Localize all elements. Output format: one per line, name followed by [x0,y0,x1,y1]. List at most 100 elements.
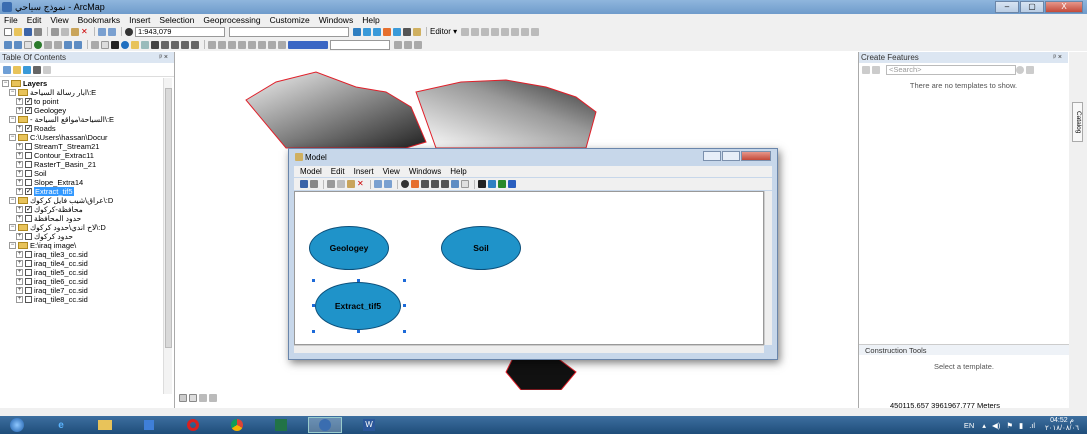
find-route-icon[interactable] [171,40,179,49]
layer-combo[interactable] [229,26,349,37]
topology-icon[interactable] [278,40,286,49]
opera-icon[interactable] [176,417,210,433]
selection-handle[interactable] [312,279,315,282]
toc-scrollbar[interactable] [163,78,172,394]
list-by-selection-icon[interactable] [33,65,41,74]
toc-layer[interactable]: + iraq_tile8_cc.sid [2,295,174,304]
media-player-icon[interactable] [132,417,166,433]
visibility-checkbox[interactable] [25,143,32,150]
toc-layer[interactable]: + ✓ محافظة-كركوك [2,205,174,214]
expand-icon[interactable]: + [16,170,23,177]
start-button[interactable] [0,417,34,433]
model-menu-windows[interactable]: Windows [409,167,441,176]
spatial-adjust-icon[interactable] [268,40,276,49]
data-view-icon[interactable] [179,394,187,402]
expand-icon[interactable]: + [16,188,23,195]
print-icon[interactable] [34,27,42,36]
visibility-checkbox[interactable] [25,170,32,177]
collapse-icon[interactable]: − [2,80,9,87]
zoom-out-icon[interactable] [14,40,22,49]
expand-icon[interactable]: + [16,251,23,258]
selection-handle[interactable] [403,279,406,282]
expand-icon[interactable]: + [16,161,23,168]
save-icon[interactable] [24,27,32,36]
histogram-icon[interactable] [394,40,402,49]
toc-group[interactable]: − لاح اندي\حدود كركوك\:D [2,223,174,232]
options-icon[interactable] [43,65,51,74]
expand-icon[interactable]: + [16,152,23,159]
select-elements-icon[interactable] [111,40,119,49]
model-node-extract-tif5[interactable]: Extract_tif5 [315,282,401,330]
measure-icon[interactable] [151,40,159,49]
auto-layout-icon[interactable] [411,180,419,188]
visibility-checkbox[interactable] [25,296,32,303]
model-node-soil[interactable]: Soil [441,226,521,270]
run-icon[interactable] [508,180,516,188]
split-icon[interactable] [501,27,510,36]
edit-tool-icon[interactable] [461,27,470,36]
add-data-icon[interactable] [125,27,133,36]
identify-icon[interactable] [121,40,129,49]
validate-icon[interactable] [498,180,506,188]
python-icon[interactable] [403,27,411,36]
swipe-icon[interactable] [228,40,236,49]
toc-layer[interactable]: + RasterT_Basin_21 [2,160,174,169]
menu-edit[interactable]: Edit [27,15,42,25]
language-indicator[interactable]: EN [964,421,974,430]
toc-layer[interactable]: + Soil [2,169,174,178]
visibility-checkbox[interactable] [25,251,32,258]
html-popup-icon[interactable] [141,40,149,49]
expand-icon[interactable]: + [16,287,23,294]
model-select-icon[interactable] [478,180,486,188]
expand-icon[interactable]: + [16,278,23,285]
modelbuilder-icon[interactable] [413,27,421,36]
model-print-icon[interactable] [310,180,318,188]
cut-icon[interactable] [51,27,59,36]
expand-icon[interactable]: + [16,179,23,186]
arcmap-taskbar-icon[interactable] [308,417,342,433]
toc-layer[interactable]: + iraq_tile5_cc.sid [2,268,174,277]
model-add-data-icon[interactable] [401,180,409,188]
collapse-icon[interactable]: − [9,242,16,249]
undo-icon[interactable] [98,27,106,36]
new-document-icon[interactable] [4,27,12,36]
layout-view-icon[interactable] [189,394,197,402]
collapse-icon[interactable]: − [9,134,16,141]
fixed-zoom-out-icon[interactable] [54,40,62,49]
menu-view[interactable]: View [50,15,68,25]
toc-layer[interactable]: + iraq_tile3_cc.sid [2,250,174,259]
expand-icon[interactable]: + [16,215,23,222]
word-icon[interactable]: W [352,417,386,433]
internet-explorer-icon[interactable]: e [44,417,78,433]
straight-segment-icon[interactable] [481,27,490,36]
toc-layer[interactable]: + Slope_Extra14 [2,178,174,187]
expand-icon[interactable]: + [16,206,23,213]
model-menu-model[interactable]: Model [300,167,322,176]
template-search-input[interactable]: <Search> [886,65,1016,75]
go-to-xy-icon[interactable] [181,40,189,49]
visibility-checkbox[interactable] [25,278,32,285]
model-menu-help[interactable]: Help [450,167,466,176]
toc-layer[interactable]: + حدود كركوك [2,232,174,241]
toc-layer[interactable]: + ✓ Extract_tif5 [2,187,174,196]
fixed-zoom-out-model-icon[interactable] [441,180,449,188]
model-maximize-button[interactable] [722,151,740,161]
expand-icon[interactable]: + [16,125,23,132]
maximize-button[interactable]: ▢ [1020,1,1044,13]
find-icon[interactable] [161,40,169,49]
expand-icon[interactable]: + [16,107,23,114]
toc-pin-close[interactable]: ᵖ × [159,52,168,63]
menu-insert[interactable]: Insert [129,15,150,25]
model-vertical-scrollbar[interactable] [764,191,772,345]
selection-handle[interactable] [357,279,360,282]
toc-layer[interactable]: + iraq_tile4_cc.sid [2,259,174,268]
chrome-icon[interactable] [220,417,254,433]
model-undo-icon[interactable] [374,180,382,188]
list-by-source-icon[interactable] [13,65,21,74]
model-close-button[interactable] [741,151,771,161]
selection-handle[interactable] [312,330,315,333]
classify-icon[interactable] [404,40,412,49]
toc-layer[interactable]: + ✓ to point [2,97,174,106]
back-extent-icon[interactable] [64,40,72,49]
pan-icon[interactable] [24,40,32,49]
